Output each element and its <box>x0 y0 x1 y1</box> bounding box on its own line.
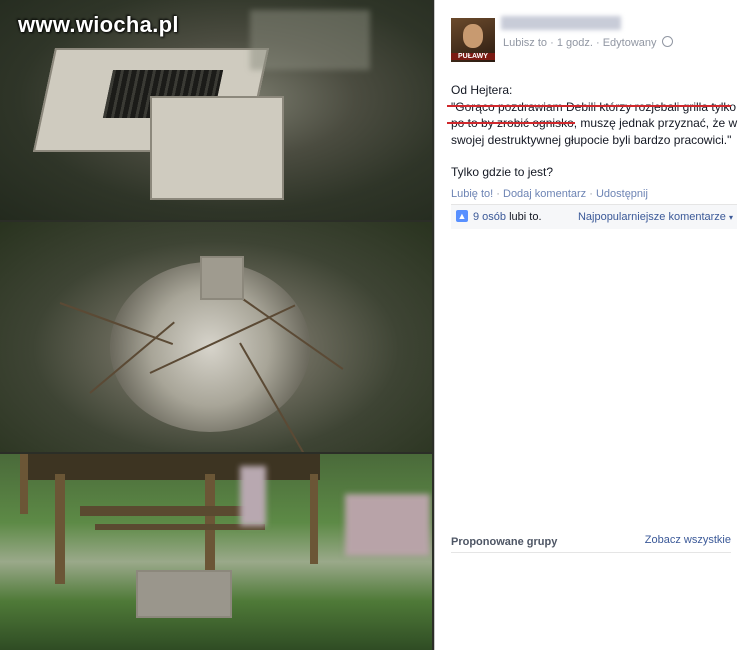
author-name-blurred[interactable] <box>501 16 621 30</box>
red-underline <box>447 122 575 124</box>
screenshot-frame: www.wiocha.pl PUŁAWY Lubisz to · 1 godz.… <box>0 0 750 650</box>
thumbs-up-icon: ▲ <box>456 210 468 222</box>
suggested-groups-header: Proponowane grupy Zobacz wszystkie <box>451 534 731 553</box>
like-count-link[interactable]: 9 osób <box>473 211 506 223</box>
post-question: Tylko gdzie to jest? <box>451 165 554 179</box>
post-actions: Lubię to! · Dodaj komentarz · Udostępnij <box>451 188 648 200</box>
see-all-link[interactable]: Zobacz wszystkie <box>645 534 731 546</box>
post-text: Od Hejtera: "Gorąco pozdrawiam Debili kt… <box>451 82 741 181</box>
globe-icon <box>661 36 673 47</box>
like-link[interactable]: Lubię to! <box>451 188 493 200</box>
grill-in-clearing <box>136 570 232 618</box>
grill-stones-front <box>150 96 284 200</box>
photo-column: www.wiocha.pl <box>0 0 432 650</box>
post-intro: Od Hejtera: <box>451 83 513 97</box>
shelter-roof <box>20 454 320 480</box>
blurred-area <box>345 494 430 556</box>
likes-bar: ▲ 9 osób lubi to. Najpopularniejsze kome… <box>451 204 737 229</box>
comment-link[interactable]: Dodaj komentarz <box>503 188 586 200</box>
red-underline <box>447 105 731 107</box>
meta-time[interactable]: 1 godz. <box>557 37 593 49</box>
author-avatar[interactable]: PUŁAWY <box>451 18 495 62</box>
shelter-post <box>55 474 65 584</box>
suggested-groups-title: Proponowane grupy <box>451 536 558 548</box>
popular-comments-dropdown[interactable]: Najpopularniejsze komentarze ▾ <box>578 211 733 223</box>
shelter-post <box>310 474 318 564</box>
blurred-person <box>240 466 266 526</box>
photo-shelter[interactable] <box>0 454 432 650</box>
caret-down-icon: ▾ <box>728 213 733 222</box>
watermark-text: www.wiocha.pl <box>18 12 179 37</box>
photo-fire-pit[interactable] <box>0 222 432 452</box>
picnic-table <box>80 506 260 516</box>
avatar-face <box>463 24 483 48</box>
like-count: 9 osób lubi to. <box>473 211 542 223</box>
post-meta: Lubisz to · 1 godz. · Edytowany <box>503 36 673 49</box>
rubble-stones <box>200 256 244 300</box>
share-link[interactable]: Udostępnij <box>596 188 648 200</box>
meta-like[interactable]: Lubisz to <box>503 37 547 49</box>
shelter-post <box>20 454 28 514</box>
background-debris <box>250 10 370 70</box>
meta-edited[interactable]: Edytowany <box>603 37 657 49</box>
like-count-suffix: lubi to. <box>506 211 542 223</box>
avatar-label: PUŁAWY <box>451 53 495 60</box>
facebook-post-panel: PUŁAWY Lubisz to · 1 godz. · Edytowany O… <box>434 0 750 650</box>
popular-comments-label: Najpopularniejsze komentarze <box>577 211 726 223</box>
